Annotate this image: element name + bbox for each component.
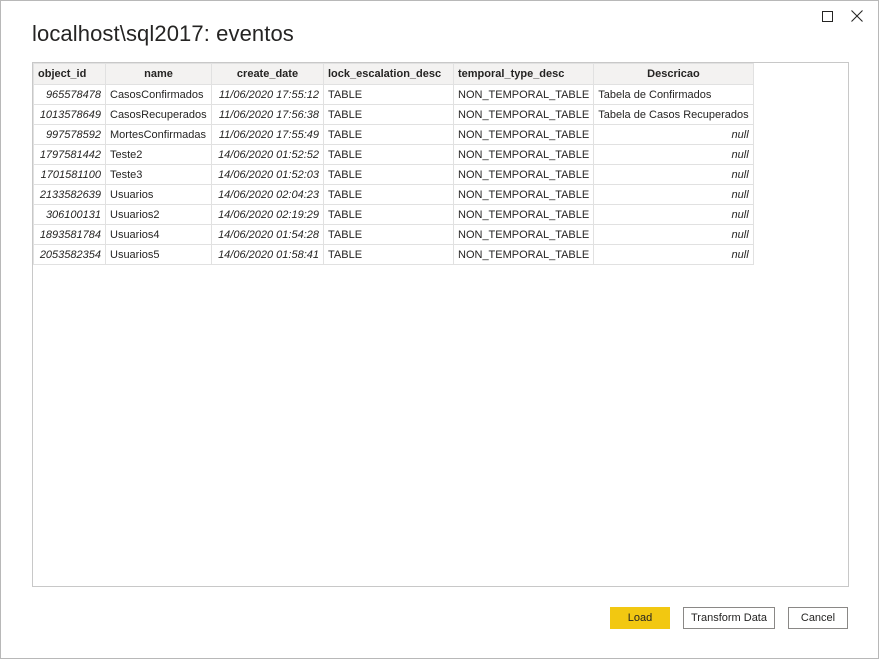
cell-object-id: 2053582354	[33, 244, 106, 265]
cell-lock-escalation: TABLE	[323, 184, 454, 205]
window-controls	[812, 7, 872, 25]
cell-descricao: null	[593, 124, 754, 145]
cell-create-date: 11/06/2020 17:56:38	[211, 104, 324, 125]
cell-lock-escalation: TABLE	[323, 124, 454, 145]
table-row[interactable]: 1893581784 Usuarios4 14/06/2020 01:54:28…	[33, 224, 754, 245]
cell-create-date: 11/06/2020 17:55:12	[211, 84, 324, 105]
cell-name: Teste2	[105, 144, 212, 165]
header-row: object_id name create_date lock_escalati…	[33, 63, 754, 85]
cell-name: Usuarios4	[105, 224, 212, 245]
transform-data-button[interactable]: Transform Data	[683, 607, 775, 629]
cell-name: Usuarios5	[105, 244, 212, 265]
table-row[interactable]: 1013578649 CasosRecuperados 11/06/2020 1…	[33, 104, 754, 125]
cell-temporal-type: NON_TEMPORAL_TABLE	[452, 184, 595, 205]
table-row[interactable]: 2133582639 Usuarios 14/06/2020 02:04:23 …	[33, 184, 754, 205]
cell-descricao: null	[593, 244, 754, 265]
cell-object-id: 965578478	[33, 84, 106, 105]
cell-temporal-type: NON_TEMPORAL_TABLE	[452, 204, 595, 225]
cell-create-date: 14/06/2020 01:54:28	[211, 224, 324, 245]
table-row[interactable]: 1701581100 Teste3 14/06/2020 01:52:03 TA…	[33, 164, 754, 185]
cell-temporal-type: NON_TEMPORAL_TABLE	[452, 144, 595, 165]
cell-temporal-type: NON_TEMPORAL_TABLE	[452, 124, 595, 145]
cell-object-id: 2133582639	[33, 184, 106, 205]
column-header[interactable]: object_id	[33, 63, 106, 85]
cell-lock-escalation: TABLE	[323, 204, 454, 225]
cell-object-id: 1701581100	[33, 164, 106, 185]
cell-lock-escalation: TABLE	[323, 244, 454, 265]
cell-name: CasosRecuperados	[105, 104, 212, 125]
table-row[interactable]: 2053582354 Usuarios5 14/06/2020 01:58:41…	[33, 244, 754, 265]
cell-descricao: null	[593, 204, 754, 225]
cell-create-date: 14/06/2020 01:58:41	[211, 244, 324, 265]
cell-temporal-type: NON_TEMPORAL_TABLE	[452, 164, 595, 185]
cell-temporal-type: NON_TEMPORAL_TABLE	[452, 244, 595, 265]
column-header[interactable]: name	[105, 63, 212, 85]
table-row[interactable]: 997578592 MortesConfirmadas 11/06/2020 1…	[33, 124, 754, 145]
cell-temporal-type: NON_TEMPORAL_TABLE	[452, 224, 595, 245]
dialog-title: localhost\sql2017: eventos	[32, 21, 294, 46]
cell-name: Teste3	[105, 164, 212, 185]
cancel-button[interactable]: Cancel	[788, 607, 848, 629]
cell-descricao: null	[593, 144, 754, 165]
column-header[interactable]: Descricao	[593, 63, 754, 85]
cell-lock-escalation: TABLE	[323, 144, 454, 165]
cell-object-id: 306100131	[33, 204, 106, 225]
table-row[interactable]: 965578478 CasosConfirmados 11/06/2020 17…	[33, 84, 754, 105]
cell-temporal-type: NON_TEMPORAL_TABLE	[452, 84, 595, 105]
cell-temporal-type: NON_TEMPORAL_TABLE	[452, 104, 595, 125]
dialog-footer: Load Transform Data Cancel	[610, 607, 848, 629]
table-row[interactable]: 1797581442 Teste2 14/06/2020 01:52:52 TA…	[33, 144, 754, 165]
maximize-button[interactable]	[812, 7, 842, 25]
cell-name: CasosConfirmados	[105, 84, 212, 105]
data-preview-grid[interactable]: object_id name create_date lock_escalati…	[32, 62, 849, 587]
cell-create-date: 14/06/2020 01:52:03	[211, 164, 324, 185]
load-button[interactable]: Load	[610, 607, 670, 629]
cell-object-id: 1893581784	[33, 224, 106, 245]
cell-object-id: 1797581442	[33, 144, 106, 165]
cell-descricao: Tabela de Casos Recuperados	[593, 104, 754, 125]
navigator-dialog: localhost\sql2017: eventos object_id nam…	[0, 0, 879, 659]
cell-lock-escalation: TABLE	[323, 84, 454, 105]
column-header[interactable]: temporal_type_desc	[452, 63, 595, 85]
cell-name: Usuarios2	[105, 204, 212, 225]
cell-name: MortesConfirmadas	[105, 124, 212, 145]
table-row[interactable]: 306100131 Usuarios2 14/06/2020 02:19:29 …	[33, 204, 754, 225]
cell-create-date: 14/06/2020 02:04:23	[211, 184, 324, 205]
cell-descricao: null	[593, 224, 754, 245]
data-table: object_id name create_date lock_escalati…	[33, 63, 754, 265]
cell-name: Usuarios	[105, 184, 212, 205]
cell-create-date: 14/06/2020 02:19:29	[211, 204, 324, 225]
close-button[interactable]	[842, 7, 872, 25]
cell-lock-escalation: TABLE	[323, 224, 454, 245]
cell-lock-escalation: TABLE	[323, 104, 454, 125]
cell-create-date: 11/06/2020 17:55:49	[211, 124, 324, 145]
cell-descricao: null	[593, 164, 754, 185]
column-header[interactable]: create_date	[211, 63, 324, 85]
cell-lock-escalation: TABLE	[323, 164, 454, 185]
square-icon	[821, 10, 833, 22]
cell-create-date: 14/06/2020 01:52:52	[211, 144, 324, 165]
cell-descricao: null	[593, 184, 754, 205]
cell-descricao: Tabela de Confirmados	[593, 84, 754, 105]
close-x-icon	[851, 10, 863, 22]
cell-object-id: 1013578649	[33, 104, 106, 125]
cell-object-id: 997578592	[33, 124, 106, 145]
column-header[interactable]: lock_escalation_desc	[323, 63, 454, 85]
